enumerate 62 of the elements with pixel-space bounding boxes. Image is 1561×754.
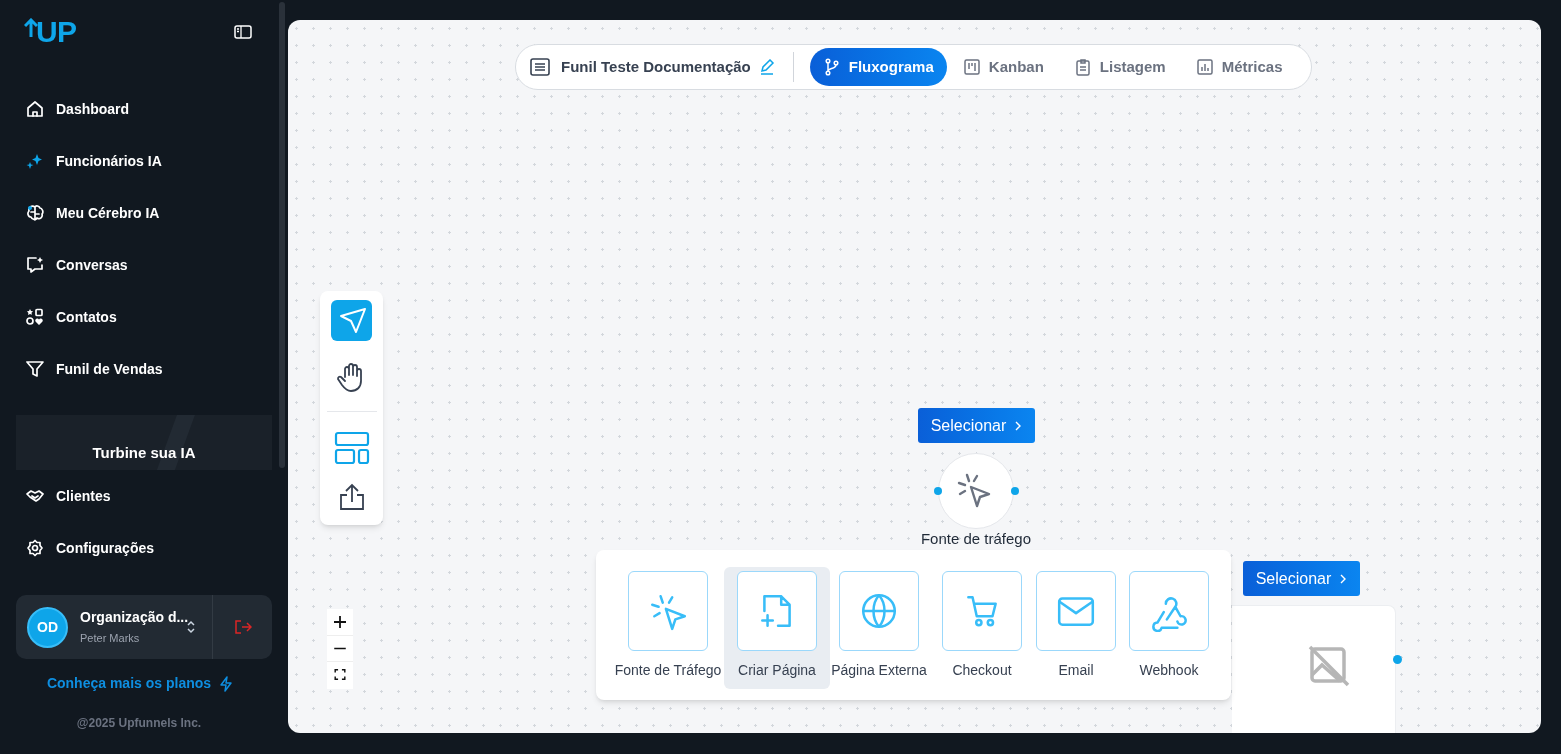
pointer-tool[interactable] <box>331 300 372 341</box>
user-name: Peter Marks <box>80 631 141 647</box>
kanban-icon <box>962 58 981 76</box>
view-tab[interactable]: Kanban <box>948 48 1058 86</box>
view-tab[interactable]: Métricas <box>1181 48 1297 86</box>
bar-chart-icon <box>1195 58 1214 76</box>
settings-icon <box>26 539 44 557</box>
filter-icon <box>26 360 44 378</box>
cart-icon <box>942 571 1022 651</box>
chevron-right-icon <box>1014 419 1023 432</box>
node-type-item[interactable]: Criar Página <box>724 567 830 689</box>
flow-node[interactable] <box>1232 605 1396 733</box>
nav-item[interactable]: Funcionários IA <box>26 135 262 187</box>
plans-link[interactable]: Conheça mais os planos <box>46 673 212 694</box>
nav-item[interactable]: Funil de Vendas <box>26 343 262 395</box>
copyright-text: @2025 Upfunnels Inc. <box>75 715 203 732</box>
organization-card[interactable]: OD Organização d... Peter Marks <box>16 595 272 659</box>
chevron-right-icon <box>1339 572 1348 585</box>
nav-item[interactable]: Meu Cérebro IA <box>26 187 262 239</box>
shapes-icon <box>26 308 44 326</box>
view-tab[interactable]: Fluxograma <box>809 48 947 86</box>
mail-icon <box>1036 571 1116 651</box>
nav-item[interactable]: Conversas <box>26 239 262 291</box>
scrollbar[interactable] <box>279 2 285 468</box>
connection-handle[interactable] <box>1011 487 1019 495</box>
edit-icon[interactable] <box>758 59 775 75</box>
chat-sparkle-icon <box>26 256 44 274</box>
webhook-icon <box>1129 571 1209 651</box>
view-tab[interactable]: Listagem <box>1059 48 1180 86</box>
nav-item[interactable]: Contatos <box>26 291 262 343</box>
brain-icon <box>26 204 44 222</box>
nav-item[interactable]: Configurações <box>26 522 262 574</box>
sparkles-icon <box>26 152 44 170</box>
chevrons-icon[interactable] <box>186 619 196 635</box>
handshake-icon <box>26 487 44 505</box>
cursor-click-icon <box>628 571 708 651</box>
share-icon[interactable] <box>338 483 365 511</box>
sidebar-toggle-icon[interactable] <box>234 25 252 39</box>
promo-card[interactable]: Turbine sua IA <box>16 415 272 470</box>
flow-canvas[interactable]: Funil Teste Documentação Fluxograma Kanban Listagem Métricas Selecionar Fonte de tráfego Selecionar Fonte de Tráfego Criar Página Página Externa Checkout Email Webhook <box>288 20 1541 733</box>
connection-handle[interactable] <box>934 487 942 495</box>
select-button[interactable]: Selecionar <box>1243 561 1360 596</box>
avatar: OD <box>27 606 68 648</box>
promo-title: Turbine sua IA <box>92 442 196 463</box>
logo: UP <box>24 17 77 47</box>
file-plus-icon <box>737 571 817 651</box>
connection-handle[interactable] <box>1393 655 1402 664</box>
nav-item[interactable]: Dashboard <box>26 83 262 135</box>
node-label: Fonte de tráfego <box>919 530 1033 548</box>
arrow-icon <box>24 18 38 38</box>
organization-name: Organização d... <box>80 608 186 628</box>
funnel-name: Funil Teste Documentação <box>561 56 751 77</box>
clipboard-icon <box>1073 58 1092 76</box>
document-icon <box>530 58 550 76</box>
layout-icon[interactable] <box>333 431 370 465</box>
image-off-icon <box>1307 644 1350 687</box>
globe-icon <box>839 571 919 651</box>
logout-icon[interactable] <box>233 619 252 635</box>
lightning-icon <box>219 675 234 692</box>
select-button[interactable]: Selecionar <box>918 408 1035 443</box>
home-icon <box>26 100 44 118</box>
nav-item[interactable]: Clientes <box>26 470 262 522</box>
